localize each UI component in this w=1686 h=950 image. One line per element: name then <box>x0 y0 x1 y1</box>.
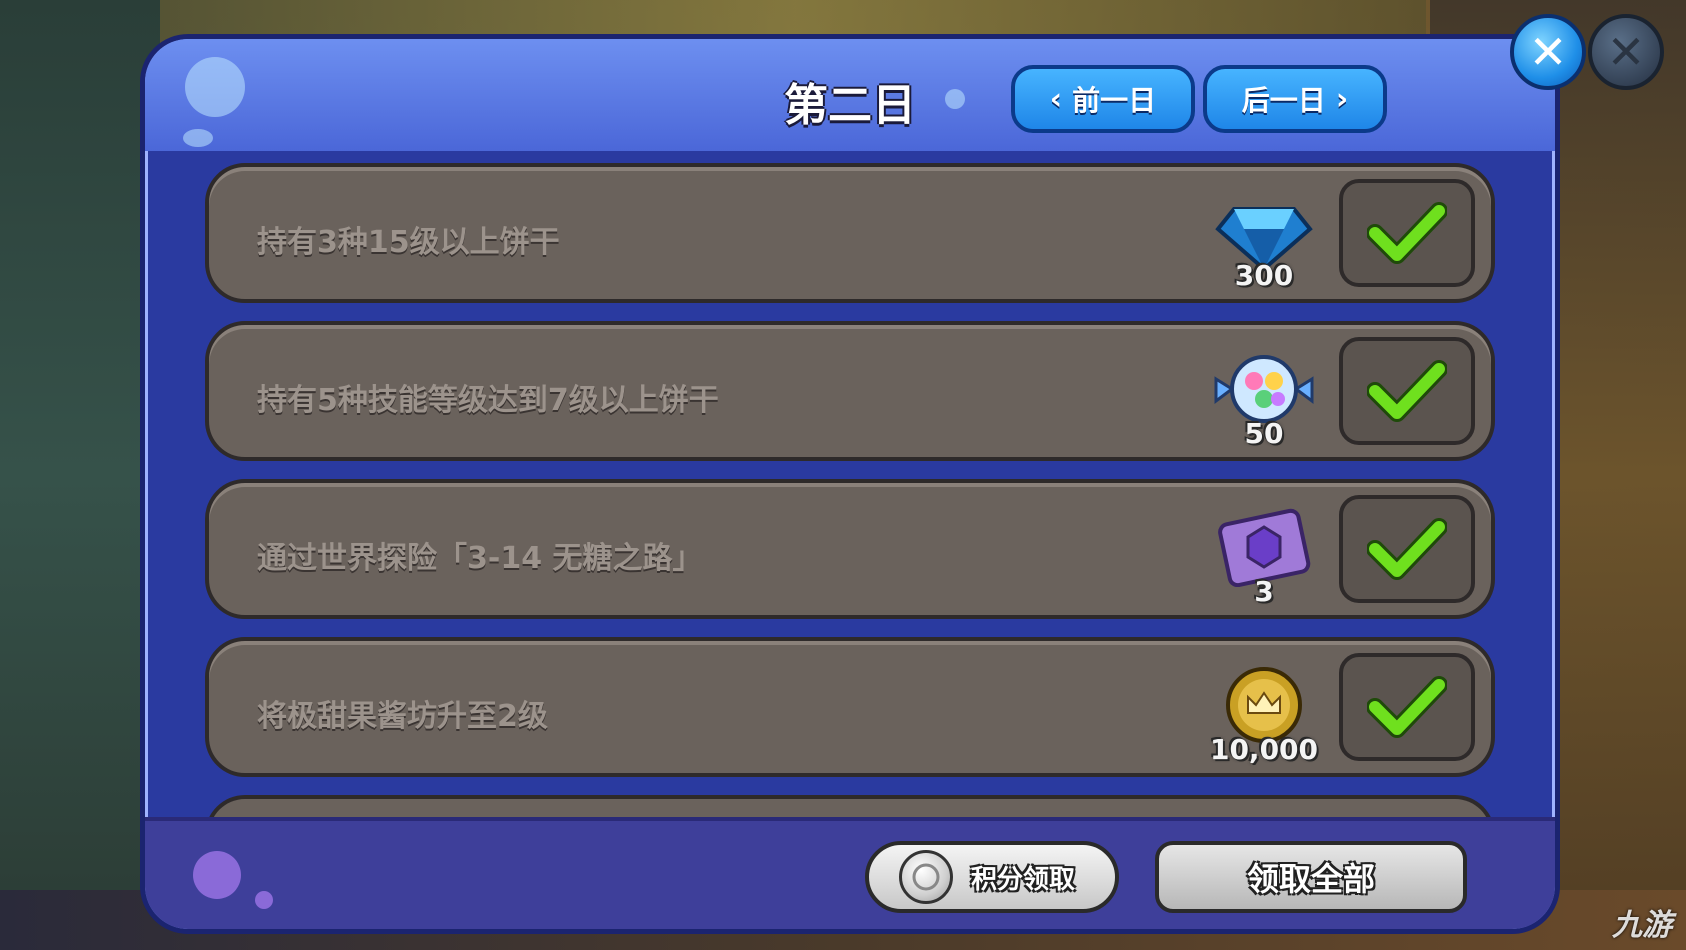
completed-check-box <box>1339 495 1475 603</box>
completed-check-box <box>1339 653 1475 761</box>
completed-check-box <box>1339 337 1475 445</box>
completed-check-box <box>1339 179 1475 287</box>
mission-row: 持有5种技能等级达到7级以上饼干 50 <box>205 321 1495 461</box>
check-icon <box>1367 676 1447 738</box>
close-button[interactable]: ✕ <box>1510 14 1586 90</box>
next-day-button[interactable]: 后一日 › <box>1203 65 1387 133</box>
check-icon <box>1367 202 1447 264</box>
points-coin-icon <box>899 850 953 904</box>
panel-footer: 积分领取 领取全部 <box>145 817 1555 929</box>
reward-item: 300 <box>1209 191 1319 301</box>
reward-item: 3 <box>1209 507 1319 617</box>
next-day-label: 后一日 <box>1241 84 1326 117</box>
mission-text: 将极甜果酱坊升至2级 <box>257 699 548 734</box>
points-claim-label: 积分领取 <box>971 864 1076 895</box>
chevron-right-icon: › <box>1335 81 1349 117</box>
previous-day-label: 前一日 <box>1072 84 1157 117</box>
mission-row: 通过世界探险「3-14 无糖之路」 3 <box>205 479 1495 619</box>
close-icon: ✕ <box>1528 25 1568 79</box>
coin-shine-icon <box>912 863 940 891</box>
mission-text: 持有5种技能等级达到7级以上饼干 <box>257 383 719 418</box>
check-icon <box>1367 360 1447 422</box>
chevron-left-icon: ‹ <box>1049 81 1063 117</box>
claim-all-button[interactable]: 领取全部 <box>1155 841 1467 913</box>
reward-amount: 10,000 <box>1209 733 1319 766</box>
dot-decoration <box>255 891 273 909</box>
reward-amount: 3 <box>1254 575 1274 608</box>
mission-text: 持有3种15级以上饼干 <box>257 225 560 260</box>
panel-header: 第二日 ‹ 前一日 后一日 › <box>145 39 1555 151</box>
mission-row: 持有3种15级以上饼干 300 <box>205 163 1495 303</box>
previous-day-button[interactable]: ‹ 前一日 <box>1011 65 1195 133</box>
reward-amount: 300 <box>1234 259 1294 292</box>
points-claim-button[interactable]: 积分领取 <box>865 841 1119 913</box>
close-icon: ✕ <box>1606 25 1646 79</box>
close-button-secondary[interactable]: ✕ <box>1588 14 1664 90</box>
reward-item: 50 <box>1209 349 1319 459</box>
reward-item: 10,000 <box>1209 665 1319 775</box>
mission-list[interactable]: 持有3种15级以上饼干 300 持有5种技能等级达到7级以上饼干 50 通过世界… <box>205 163 1495 835</box>
reward-amount: 50 <box>1244 417 1284 450</box>
site-watermark: 九游 <box>1612 908 1672 943</box>
dot-decoration <box>193 851 241 899</box>
background-left <box>0 0 160 950</box>
mission-row: 将极甜果酱坊升至2级 10,000 <box>205 637 1495 777</box>
daily-mission-panel: 第二日 ‹ 前一日 后一日 › 持有3种15级以上饼干 300 持有5种技能等级… <box>140 34 1560 934</box>
claim-all-label: 领取全部 <box>1246 860 1375 898</box>
mission-text: 通过世界探险「3-14 无糖之路」 <box>257 541 703 576</box>
check-icon <box>1367 518 1447 580</box>
